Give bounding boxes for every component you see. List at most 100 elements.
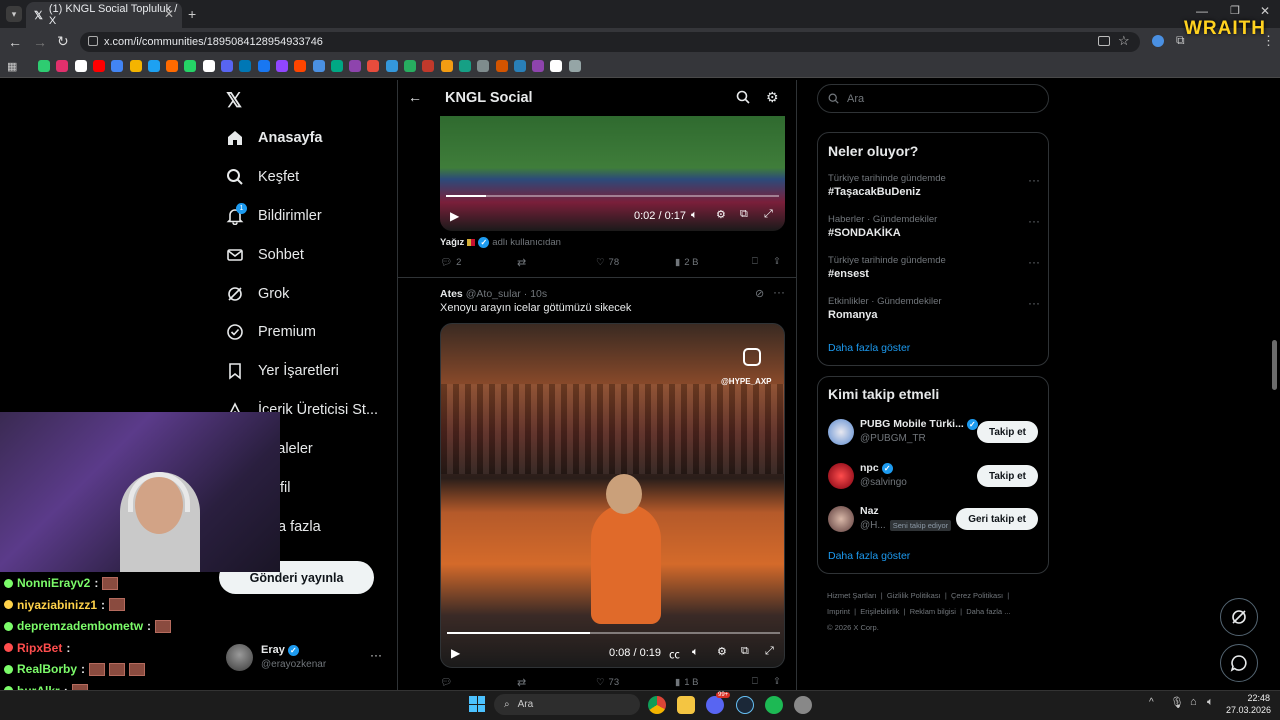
pip-icon[interactable]: ⧉ <box>740 208 748 221</box>
follow-button[interactable]: Takip et <box>976 421 1038 443</box>
bookmark-favicon-icon[interactable] <box>92 60 105 72</box>
network-icon[interactable]: ⌂ <box>1190 696 1197 708</box>
video-progress-track[interactable] <box>447 632 780 634</box>
who-to-follow-show-more[interactable]: Daha fazla göster <box>828 550 910 562</box>
post-video[interactable]: ▶ 0:02 / 0:17 🔈︎ ⚙ ⧉ ⤢ <box>440 116 785 231</box>
post-video[interactable]: @HYPE_AXP ▶ 0:08 / 0:19 ㏄ 🔈︎ ⚙ ⧉ ⤢ <box>440 323 785 668</box>
nav-profile[interactable]: fil <box>280 475 290 501</box>
grok-post-icon[interactable]: ⊘ <box>755 287 764 300</box>
trend-more-icon[interactable]: ··· <box>1028 296 1040 310</box>
nav-premium[interactable]: Premium <box>226 319 316 345</box>
fullscreen-icon[interactable]: ⤢ <box>765 645 774 658</box>
url-bar[interactable]: x.com/i/communities/1895084128954933746 <box>80 32 1140 52</box>
start-icon[interactable] <box>469 696 485 712</box>
x-logo-icon[interactable]: 𝕏 <box>226 88 242 113</box>
bookmark-favicon-icon[interactable] <box>202 60 215 72</box>
bookmark-post-button[interactable]: ⎕ <box>752 676 758 687</box>
nav-home[interactable]: Anasayfa <box>226 125 322 151</box>
bookmark-favicon-icon[interactable] <box>257 60 270 72</box>
share-button[interactable]: ⇪ <box>773 256 781 267</box>
post-more-icon[interactable]: ··· <box>773 285 785 299</box>
bookmark-favicon-icon[interactable] <box>477 60 490 72</box>
pip-icon[interactable]: ⧉ <box>741 645 749 658</box>
trend-item[interactable]: Türkiye tarihinde gündemde #TaşacakBuDen… <box>828 173 1040 198</box>
taskbar-search[interactable]: ⌕ Ara <box>494 694 640 715</box>
bookmark-favicon-icon[interactable] <box>513 60 526 72</box>
video-settings-icon[interactable]: ⚙ <box>717 645 727 658</box>
close-window-button[interactable]: ✕ <box>1260 4 1270 18</box>
fullscreen-icon[interactable]: ⤢ <box>764 208 773 221</box>
community-search-icon[interactable] <box>736 90 750 109</box>
bookmark-favicon-icon[interactable] <box>275 60 288 72</box>
bookmark-star-icon[interactable]: ☆ <box>1118 33 1130 49</box>
views-button[interactable]: ▮ 1 B <box>675 677 699 688</box>
bookmark-favicon-icon[interactable] <box>458 60 471 72</box>
bookmark-favicon-icon[interactable] <box>404 60 416 72</box>
follow-suggestion[interactable]: PUBG Mobile Türki... ✓ @PUBGM_TR Takip e… <box>818 417 1048 451</box>
trend-more-icon[interactable]: ··· <box>1028 255 1040 269</box>
repost-button[interactable]: ⇄ <box>517 676 526 689</box>
volume-icon[interactable]: 🔈︎ <box>692 646 699 659</box>
tab-list-button[interactable]: ▾ <box>6 6 22 22</box>
post-author[interactable]: Ates <box>440 288 463 300</box>
browser-tab[interactable]: 𝕏 (1) KNGL Social Topluluk / X ✕ <box>26 2 182 28</box>
bookmark-favicon-icon[interactable] <box>422 60 435 72</box>
spotify-icon[interactable] <box>765 696 783 714</box>
bookmark-favicon-icon[interactable] <box>550 60 563 72</box>
bookmark-favicon-icon[interactable] <box>111 60 124 72</box>
file-explorer-icon[interactable] <box>677 696 695 714</box>
steam-icon[interactable] <box>736 696 754 714</box>
tray-chevron-icon[interactable]: ^ <box>1149 697 1154 708</box>
play-icon[interactable]: ▶ <box>450 209 459 223</box>
bookmark-favicon-icon[interactable] <box>184 60 197 72</box>
page-scrollbar[interactable] <box>1272 340 1277 390</box>
trends-show-more[interactable]: Daha fazla göster <box>828 342 910 354</box>
nav-notifications[interactable]: 1 Bildirimler <box>226 203 322 229</box>
bookmark-favicon-icon[interactable] <box>440 60 453 72</box>
bookmark-favicon-icon[interactable] <box>221 60 233 72</box>
nav-messages[interactable]: Sohbet <box>226 242 304 268</box>
follow-button[interactable]: Takip et <box>976 465 1038 487</box>
bookmark-favicon-icon[interactable] <box>74 60 87 72</box>
follow-back-button[interactable]: Geri takip et <box>956 508 1038 530</box>
bookmark-favicon-icon[interactable] <box>385 60 398 72</box>
close-tab-icon[interactable]: ✕ <box>164 7 174 21</box>
bookmark-favicon-icon[interactable] <box>56 60 69 72</box>
post-handle[interactable]: @Ato_sular <box>466 288 521 300</box>
extension-icon[interactable] <box>1152 35 1164 47</box>
header-back-icon[interactable]: ← <box>408 89 422 105</box>
volume-icon[interactable]: 🔈︎ <box>691 209 698 222</box>
bookmark-favicon-icon[interactable] <box>166 60 179 72</box>
bookmark-favicon-icon[interactable] <box>294 60 307 72</box>
trend-item[interactable]: Etkinlikler · Gündemdekiler Romanya ··· <box>828 296 1040 321</box>
bookmark-favicon-icon[interactable] <box>367 60 380 72</box>
new-tab-button[interactable]: + <box>188 6 196 22</box>
follow-suggestion[interactable]: Naz @H... Seni takip ediyor Geri takip e… <box>818 504 1048 538</box>
grok-fab[interactable] <box>1220 598 1258 636</box>
taskbar-clock[interactable]: 22:48 27.03.2026 <box>1226 692 1271 716</box>
community-settings-icon[interactable]: ⚙ <box>766 89 779 106</box>
reply-button[interactable]: 💬︎ 2 <box>440 257 461 268</box>
site-info-icon[interactable] <box>88 36 98 46</box>
like-button[interactable]: ♡ 78 <box>596 257 619 268</box>
more-options-icon[interactable]: ··· <box>370 648 382 662</box>
views-button[interactable]: ▮ 2 B <box>675 257 699 268</box>
trend-more-icon[interactable]: ··· <box>1028 214 1040 228</box>
bookmark-favicon-icon[interactable] <box>147 60 160 72</box>
volume-tray-icon[interactable]: 🔈︎ <box>1207 696 1214 709</box>
chrome-icon[interactable] <box>648 696 666 714</box>
captions-icon[interactable]: ㏄ <box>669 646 680 662</box>
search-input[interactable]: Ara <box>817 84 1049 113</box>
bookmark-favicon-icon[interactable] <box>568 60 581 72</box>
bookmark-favicon-icon[interactable] <box>495 60 508 72</box>
bookmark-post-button[interactable]: ⎕ <box>752 256 758 267</box>
nav-more[interactable]: a fazla <box>278 514 321 540</box>
reload-button[interactable]: ↻ <box>57 33 69 50</box>
microphone-icon[interactable]: 🎙︎ <box>1170 696 1184 709</box>
nav-grok[interactable]: Grok <box>226 281 289 307</box>
trend-more-icon[interactable]: ··· <box>1028 173 1040 187</box>
trend-item[interactable]: Haberler · Gündemdekiler #SONDAKİKA ··· <box>828 214 1040 239</box>
bookmark-favicon-icon[interactable] <box>38 60 50 72</box>
messages-fab[interactable] <box>1220 644 1258 682</box>
forward-button[interactable]: → <box>33 34 47 50</box>
